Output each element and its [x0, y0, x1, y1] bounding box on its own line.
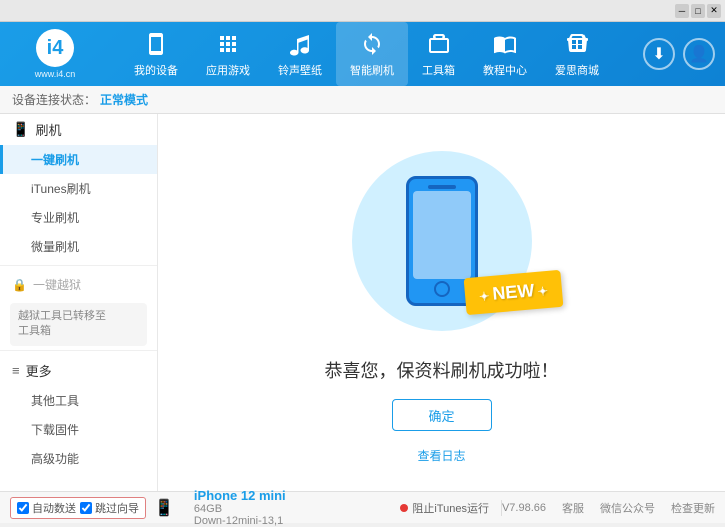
nav-ringtones-label: 铃声壁纸 [278, 62, 322, 78]
sidebar-section-flash-label: 刷机 [35, 120, 61, 139]
lock-icon: 🔒 [12, 278, 27, 292]
sidebar-item-other-tools[interactable]: 其他工具 [0, 386, 157, 415]
menu-icon: ≡ [12, 363, 20, 378]
close-button[interactable]: ✕ [707, 4, 721, 18]
sidebar-section-more[interactable]: ≡ 更多 [0, 355, 157, 386]
version-label: V7.98.66 [502, 502, 546, 514]
phone-home-button [434, 281, 450, 297]
device-os: Down-12mini-13,1 [194, 515, 286, 527]
skip-wizard-checkbox-group: 跳过向导 [80, 500, 139, 516]
nav-toolbox-label: 工具箱 [422, 62, 455, 78]
minimize-button[interactable]: ─ [675, 4, 689, 18]
main-container: 📱 刷机 一键刷机 iTunes刷机 专业刷机 微量刷机 🔒 一键越狱 越狱工具… [0, 114, 725, 491]
bottom-right: V7.98.66 客服 微信公众号 检查更新 [502, 500, 715, 516]
nav-smart-flash-label: 智能刷机 [350, 62, 394, 78]
device-icon: 📱 [154, 498, 174, 518]
phone-icon [142, 30, 170, 58]
header-actions: ⬇ 👤 [643, 38, 715, 70]
sidebar-jailbreak-label: 一键越狱 [33, 276, 81, 293]
sidebar-jailbreak-grayed: 🔒 一键越狱 [0, 270, 157, 299]
sidebar-divider-2 [0, 350, 157, 351]
nav-bar: 我的设备 应用游戏 铃声壁纸 智能刷机 工具箱 [100, 22, 633, 86]
red-dot-icon [400, 504, 408, 512]
phone-speaker [428, 185, 456, 189]
nav-store[interactable]: 爱思商城 [541, 22, 613, 86]
sidebar-section-flash[interactable]: 📱 刷机 [0, 114, 157, 145]
grid-icon [214, 30, 242, 58]
book-icon [491, 30, 519, 58]
new-badge: NEW [463, 270, 563, 315]
header: i4 www.i4.cn 我的设备 应用游戏 铃声壁纸 [0, 22, 725, 86]
sparkle-top-right: ✦ [508, 156, 521, 176]
refresh-icon [358, 30, 386, 58]
skip-wizard-label: 跳过向导 [95, 500, 139, 516]
nav-store-label: 爱思商城 [555, 62, 599, 78]
logo: i4 www.i4.cn [10, 29, 100, 79]
auto-send-label: 自动数送 [32, 500, 76, 516]
download-button[interactable]: ⬇ [643, 38, 675, 70]
nav-tutorial[interactable]: 教程中心 [469, 22, 541, 86]
phone-illustration: ✦ ✦ ✦ NEW [342, 141, 542, 341]
itunes-status: 阻止iTunes运行 [400, 500, 502, 516]
flash-icon: 📱 [12, 121, 29, 138]
sidebar-item-download-firmware[interactable]: 下载固件 [0, 415, 157, 444]
sidebar-jailbreak-note: 越狱工具已转移至工具箱 [10, 303, 147, 346]
title-bar-controls: ─ □ ✕ [675, 4, 721, 18]
title-bar: ─ □ ✕ [0, 0, 725, 22]
sidebar-item-itunes-flash[interactable]: iTunes刷机 [0, 174, 157, 203]
sparkle-top-left: ✦ [367, 161, 380, 181]
confirm-button[interactable]: 确定 [392, 399, 492, 431]
sidebar-divider-1 [0, 265, 157, 266]
itunes-status-label: 阻止iTunes运行 [412, 500, 489, 516]
briefcase-icon [425, 30, 453, 58]
music-icon [286, 30, 314, 58]
sidebar-item-one-click-flash[interactable]: 一键刷机 [0, 145, 157, 174]
user-button[interactable]: 👤 [683, 38, 715, 70]
logo-circle: i4 [36, 29, 74, 67]
nav-ringtones[interactable]: 铃声壁纸 [264, 22, 336, 86]
bottom-left: 自动数送 跳过向导 📱 iPhone 12 mini 64GB Down-12m… [10, 488, 400, 527]
device-storage: 64GB [194, 503, 286, 515]
device-info: iPhone 12 mini 64GB Down-12mini-13,1 [186, 488, 286, 527]
nav-tutorial-label: 教程中心 [483, 62, 527, 78]
success-text: 恭喜您，保资料刷机成功啦！ [325, 357, 559, 383]
support-link[interactable]: 客服 [562, 500, 584, 516]
nav-my-device-label: 我的设备 [134, 62, 178, 78]
sidebar: 📱 刷机 一键刷机 iTunes刷机 专业刷机 微量刷机 🔒 一键越狱 越狱工具… [0, 114, 158, 491]
nav-apps-games-label: 应用游戏 [206, 62, 250, 78]
history-link[interactable]: 查看日志 [417, 447, 465, 464]
sparkle-bottom-left: ✦ [362, 296, 375, 316]
content-area: ✦ ✦ ✦ NEW 恭喜您，保资料刷机成功啦！ 确定 查看日志 [158, 114, 725, 491]
sidebar-section-more-label: 更多 [26, 361, 52, 380]
bottom-bar: 自动数送 跳过向导 📱 iPhone 12 mini 64GB Down-12m… [0, 491, 725, 523]
checkbox-group: 自动数送 跳过向导 [10, 497, 146, 519]
device-name: iPhone 12 mini [194, 488, 286, 503]
logo-text: www.i4.cn [35, 69, 76, 79]
skip-wizard-checkbox[interactable] [80, 502, 92, 514]
store-icon [563, 30, 591, 58]
nav-smart-flash[interactable]: 智能刷机 [336, 22, 408, 86]
status-value: 正常模式 [100, 91, 148, 108]
auto-send-checkbox[interactable] [17, 502, 29, 514]
nav-toolbox[interactable]: 工具箱 [408, 22, 469, 86]
auto-send-checkbox-group: 自动数送 [17, 500, 76, 516]
check-update-link[interactable]: 检查更新 [671, 500, 715, 516]
status-bar: 设备连接状态： 正常模式 [0, 86, 725, 114]
status-label: 设备连接状态： [12, 91, 96, 108]
phone-screen [413, 191, 471, 279]
nav-my-device[interactable]: 我的设备 [120, 22, 192, 86]
maximize-button[interactable]: □ [691, 4, 705, 18]
wechat-link[interactable]: 微信公众号 [600, 500, 655, 516]
sidebar-item-downgrade-flash[interactable]: 微量刷机 [0, 232, 157, 261]
sidebar-item-advanced[interactable]: 高级功能 [0, 444, 157, 473]
nav-apps-games[interactable]: 应用游戏 [192, 22, 264, 86]
logo-icon: i4 [47, 37, 64, 60]
sidebar-item-pro-flash[interactable]: 专业刷机 [0, 203, 157, 232]
